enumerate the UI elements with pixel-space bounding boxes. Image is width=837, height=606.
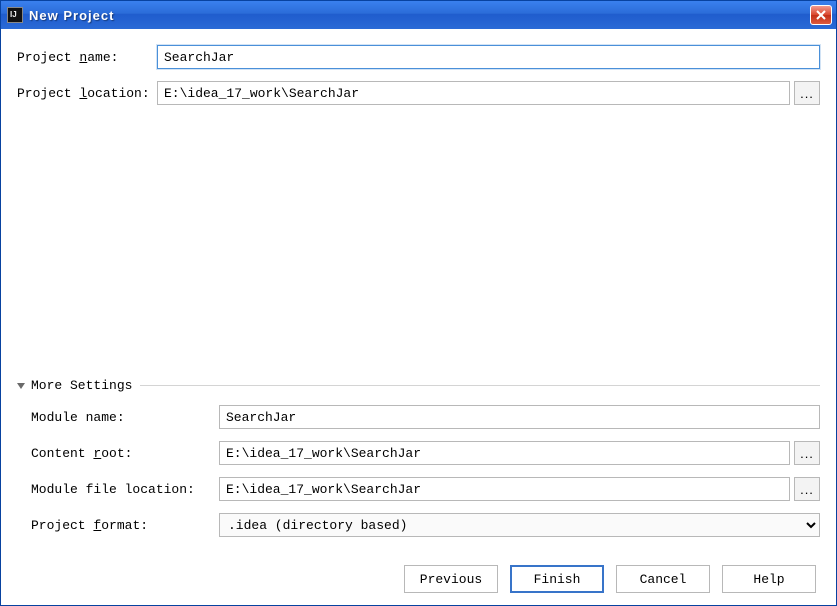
cancel-button[interactable]: Cancel [616, 565, 710, 593]
disclosure-triangle-icon[interactable] [17, 383, 25, 389]
project-format-select[interactable]: .idea (directory based) [219, 513, 820, 537]
module-name-row: Module name: [31, 405, 820, 429]
separator [140, 385, 820, 386]
project-name-label: Project name: [17, 50, 157, 65]
project-location-input[interactable] [157, 81, 790, 105]
app-icon [7, 7, 23, 23]
dialog-buttons: Previous Finish Cancel Help [17, 565, 820, 593]
help-button[interactable]: Help [722, 565, 816, 593]
content-root-label: Content root: [31, 446, 219, 461]
dialog-body: Project name: Project location: ... More… [1, 29, 836, 605]
project-location-label: Project location: [17, 86, 157, 101]
content-root-input[interactable] [219, 441, 790, 465]
module-file-location-label: Module file location: [31, 482, 219, 497]
content-root-row: Content root: ... [31, 441, 820, 465]
project-location-row: Project location: ... [17, 81, 820, 105]
titlebar: New Project [1, 1, 836, 29]
project-format-row: Project format: .idea (directory based) [31, 513, 820, 537]
module-name-label: Module name: [31, 410, 219, 425]
spacer [17, 117, 820, 378]
more-settings-label: More Settings [31, 378, 132, 393]
new-project-dialog: New Project Project name: Project locati… [0, 0, 837, 606]
project-name-input[interactable] [157, 45, 820, 69]
module-file-location-row: Module file location: ... [31, 477, 820, 501]
project-format-label: Project format: [31, 518, 219, 533]
more-settings-body: Module name: Content root: ... Module fi… [17, 405, 820, 549]
close-icon[interactable] [810, 5, 832, 25]
content-root-browse-button[interactable]: ... [794, 441, 820, 465]
project-location-browse-button[interactable]: ... [794, 81, 820, 105]
module-file-location-browse-button[interactable]: ... [794, 477, 820, 501]
project-name-row: Project name: [17, 45, 820, 69]
window-title: New Project [29, 8, 810, 23]
module-name-input[interactable] [219, 405, 820, 429]
finish-button[interactable]: Finish [510, 565, 604, 593]
module-file-location-input[interactable] [219, 477, 790, 501]
previous-button[interactable]: Previous [404, 565, 498, 593]
more-settings-header: More Settings [17, 378, 820, 393]
